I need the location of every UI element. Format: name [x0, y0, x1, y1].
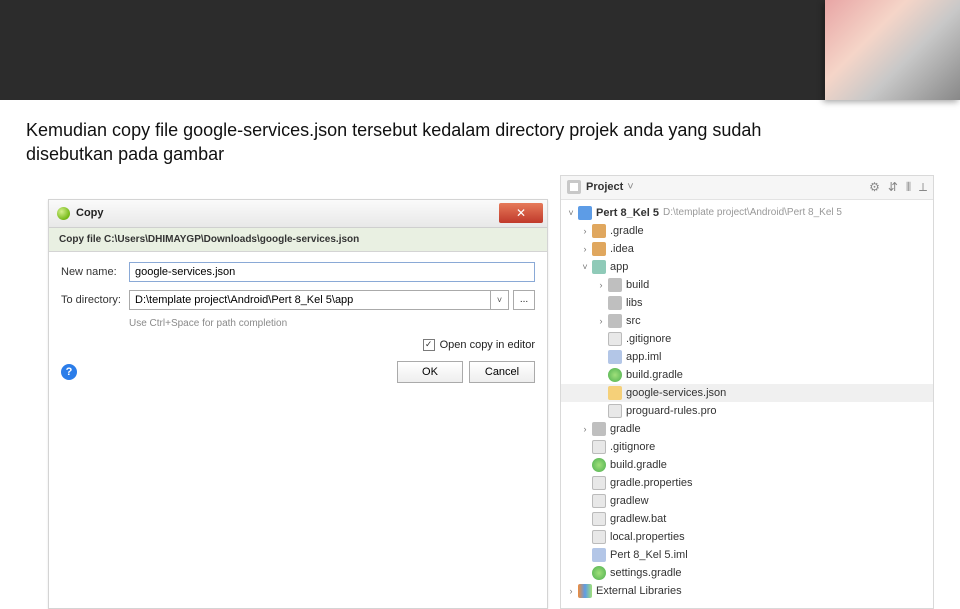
collapse-icon[interactable]: ⟂	[919, 180, 927, 195]
open-copy-checkbox[interactable]: ✓	[423, 339, 435, 351]
file-icon	[608, 404, 622, 418]
folder-icon	[608, 314, 622, 328]
tree-src-folder[interactable]: ›src	[561, 312, 933, 330]
close-button[interactable]: ✕	[499, 203, 543, 223]
tree-gradle-folder[interactable]: ›.gradle	[561, 222, 933, 240]
tree-gitignore-root[interactable]: .gitignore	[561, 438, 933, 456]
sort-icon[interactable]: ⇵	[888, 180, 898, 195]
libraries-icon	[578, 584, 592, 598]
file-icon	[592, 530, 606, 544]
folder-icon	[592, 224, 606, 238]
new-name-label: New name:	[61, 266, 129, 278]
copy-icon	[57, 207, 70, 220]
project-view-icon	[567, 180, 581, 194]
chevron-down-icon[interactable]: ˅	[627, 181, 633, 193]
help-icon[interactable]: ?	[61, 364, 77, 380]
file-icon	[592, 494, 606, 508]
tree-gradlew[interactable]: gradlew	[561, 492, 933, 510]
folder-icon	[592, 242, 606, 256]
tree-idea-folder[interactable]: ›.idea	[561, 240, 933, 258]
split-icon[interactable]: ⫴	[906, 180, 911, 195]
gradle-icon	[592, 458, 606, 472]
folder-icon	[592, 422, 606, 436]
file-icon	[592, 440, 606, 454]
tree-root[interactable]: ˅Pert 8_Kel 5D:\template project\Android…	[561, 204, 933, 222]
browse-button[interactable]: ...	[513, 290, 535, 310]
ok-button[interactable]: OK	[397, 361, 463, 383]
to-directory-label: To directory:	[61, 294, 129, 306]
project-panel: Project ˅ ⚙ ⇵ ⫴ ⟂ ˅Pert 8_Kel 5D:\templa…	[560, 175, 934, 609]
gear-icon[interactable]: ⚙	[869, 180, 880, 195]
gradle-icon	[608, 368, 622, 382]
slide-header	[0, 0, 960, 100]
to-directory-input[interactable]	[129, 290, 491, 310]
tree-gradle-root[interactable]: ›gradle	[561, 420, 933, 438]
tree-gitignore[interactable]: .gitignore	[561, 330, 933, 348]
folder-icon	[608, 296, 622, 310]
file-icon	[608, 332, 622, 346]
tree-app-iml[interactable]: app.iml	[561, 348, 933, 366]
tree-gradle-properties[interactable]: gradle.properties	[561, 474, 933, 492]
tree-libs-folder[interactable]: libs	[561, 294, 933, 312]
iml-icon	[608, 350, 622, 364]
tree-external-libraries[interactable]: ›External Libraries	[561, 582, 933, 600]
json-icon	[608, 386, 622, 400]
file-icon	[592, 476, 606, 490]
path-hint: Use Ctrl+Space for path completion	[129, 318, 535, 329]
open-copy-label: Open copy in editor	[440, 339, 535, 351]
tree-settings-gradle[interactable]: settings.gradle	[561, 564, 933, 582]
module-folder-icon	[592, 260, 606, 274]
project-tree: ˅Pert 8_Kel 5D:\template project\Android…	[561, 200, 933, 608]
tree-gradlew-bat[interactable]: gradlew.bat	[561, 510, 933, 528]
tree-build-gradle-app[interactable]: build.gradle	[561, 366, 933, 384]
module-icon	[578, 206, 592, 220]
cancel-button[interactable]: Cancel	[469, 361, 535, 383]
tree-local-properties[interactable]: local.properties	[561, 528, 933, 546]
project-toolbar-title: Project	[586, 181, 623, 193]
project-toolbar: Project ˅ ⚙ ⇵ ⫴ ⟂	[561, 176, 933, 200]
tree-project-iml[interactable]: Pert 8_Kel 5.iml	[561, 546, 933, 564]
copy-path-label: Copy file C:\Users\DHIMAYGP\Downloads\go…	[49, 228, 547, 252]
copy-dialog: Copy ✕ Copy file C:\Users\DHIMAYGP\Downl…	[48, 199, 548, 609]
header-photo	[825, 0, 960, 100]
tree-app-module[interactable]: ˅app	[561, 258, 933, 276]
gradle-icon	[592, 566, 606, 580]
instruction-text: Kemudian copy file google-services.json …	[26, 118, 786, 167]
new-name-input[interactable]	[129, 262, 535, 282]
tree-build-folder[interactable]: ›build	[561, 276, 933, 294]
tree-proguard[interactable]: proguard-rules.pro	[561, 402, 933, 420]
dialog-title: Copy	[76, 207, 104, 219]
tree-build-gradle-root[interactable]: build.gradle	[561, 456, 933, 474]
dialog-titlebar: Copy ✕	[49, 200, 547, 228]
folder-icon	[608, 278, 622, 292]
directory-dropdown[interactable]: ˅	[491, 290, 509, 310]
iml-icon	[592, 548, 606, 562]
tree-google-services-json[interactable]: google-services.json	[561, 384, 933, 402]
file-icon	[592, 512, 606, 526]
